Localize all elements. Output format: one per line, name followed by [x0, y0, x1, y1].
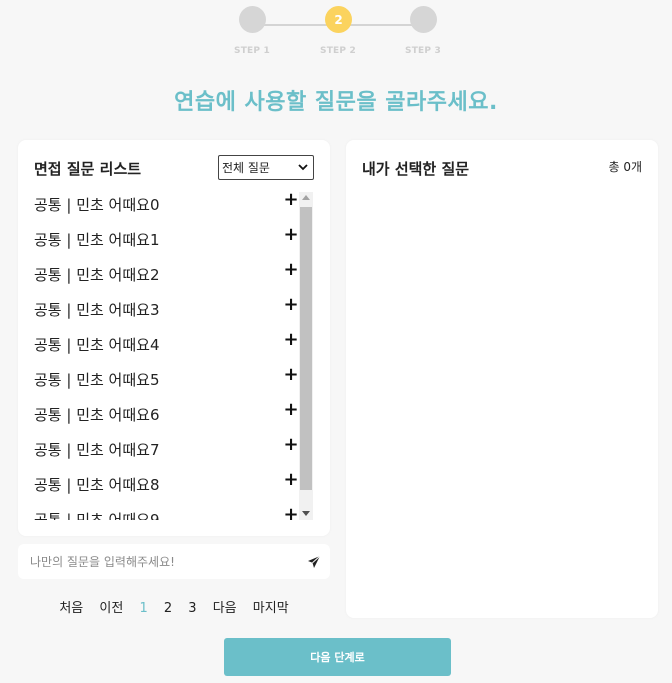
add-question-icon[interactable]: +: [282, 469, 298, 490]
scroll-thumb[interactable]: [300, 207, 312, 490]
question-list: 공통 | 민초 어때요0 + 공통 | 민초 어때요1 + 공통 | 민초 어때요2 + 공…: [18, 190, 298, 520]
custom-question-input[interactable]: [30, 551, 300, 573]
question-list-item: 공통 | 민초 어때요9 +: [34, 504, 298, 521]
question-text: 공통 | 민초 어때요6: [34, 406, 160, 424]
add-question-icon[interactable]: +: [282, 224, 298, 245]
scroll-down-arrow[interactable]: [302, 511, 310, 516]
paper-plane-icon[interactable]: [307, 555, 321, 569]
question-list-item: 공통 | 민초 어때요2 +: [34, 259, 298, 295]
step-3-label: STEP 3: [405, 46, 441, 56]
page-title: 연습에 사용할 질문을 골라주세요.: [174, 90, 498, 115]
add-question-icon[interactable]: +: [282, 329, 298, 350]
question-text: 공통 | 민초 어때요2: [34, 266, 160, 284]
page-last-link[interactable]: 마지막: [253, 597, 289, 616]
page-next-link[interactable]: 다음: [213, 597, 237, 616]
question-list-item: 공통 | 민초 어때요1 +: [34, 224, 298, 260]
step-2-label: STEP 2: [320, 46, 356, 56]
question-text: 공통 | 민초 어때요1: [34, 231, 160, 249]
add-question-icon[interactable]: +: [282, 259, 298, 280]
question-text: 공통 | 민초 어때요7: [34, 441, 160, 459]
question-list-scrollbar[interactable]: [299, 192, 313, 520]
question-list-item: 공통 | 민초 어때요4 +: [34, 329, 298, 365]
page-link-3[interactable]: 3: [188, 601, 196, 616]
question-list-panel: 면접 질문 리스트 전체 질문 공통 | 민초 어때요0 + 공통 | 민초 어때요…: [18, 140, 330, 536]
chevron-down-icon: [298, 164, 308, 171]
filter-selected-value: 전체 질문: [222, 161, 270, 175]
question-list-item: 공통 | 민초 어때요8 +: [34, 469, 298, 505]
step-2-dot: 2: [325, 6, 352, 33]
add-question-icon[interactable]: +: [282, 294, 298, 315]
question-text: 공통 | 민초 어때요4: [34, 336, 160, 354]
step-3-dot: [410, 6, 437, 33]
question-text: 공통 | 민초 어때요0: [34, 196, 160, 214]
add-question-icon[interactable]: +: [282, 364, 298, 385]
question-text: 공통 | 민초 어때요9: [34, 511, 160, 520]
selected-questions-title: 내가 선택한 질문: [362, 160, 470, 178]
question-text: 공통 | 민초 어때요3: [34, 301, 160, 319]
add-question-icon[interactable]: +: [282, 504, 298, 521]
question-list-item: 공통 | 민초 어때요6 +: [34, 399, 298, 435]
next-step-button[interactable]: 다음 단계로: [224, 638, 451, 676]
selected-questions-panel: 내가 선택한 질문 총 0개: [346, 140, 658, 618]
add-question-icon[interactable]: +: [282, 399, 298, 420]
page-link-2[interactable]: 2: [164, 601, 172, 616]
question-list-item: 공통 | 민초 어때요0 +: [34, 190, 298, 225]
question-list-item: 공통 | 민초 어때요5 +: [34, 364, 298, 400]
page-link-1[interactable]: 1: [139, 601, 147, 616]
question-text: 공통 | 민초 어때요8: [34, 476, 160, 494]
scroll-up-arrow[interactable]: [302, 195, 310, 200]
question-list-item: 공통 | 민초 어때요7 +: [34, 434, 298, 470]
step-1-dot: [239, 6, 266, 33]
category-filter-select[interactable]: 전체 질문: [218, 155, 314, 180]
page-first-link[interactable]: 처음: [59, 597, 83, 616]
custom-question-box: [18, 544, 330, 579]
add-question-icon[interactable]: +: [282, 434, 298, 455]
add-question-icon[interactable]: +: [282, 190, 298, 210]
page-prev-link[interactable]: 이전: [99, 597, 123, 616]
question-list-title: 면접 질문 리스트: [34, 160, 142, 178]
step-1-label: STEP 1: [234, 46, 270, 56]
question-text: 공통 | 민초 어때요5: [34, 371, 160, 389]
pagination: 처음 이전 1 2 3 다음 마지막: [18, 597, 330, 616]
selected-count: 총 0개: [608, 160, 642, 174]
question-list-item: 공통 | 민초 어때요3 +: [34, 294, 298, 330]
stepper: 2 STEP 1 STEP 2 STEP 3: [0, 6, 672, 66]
